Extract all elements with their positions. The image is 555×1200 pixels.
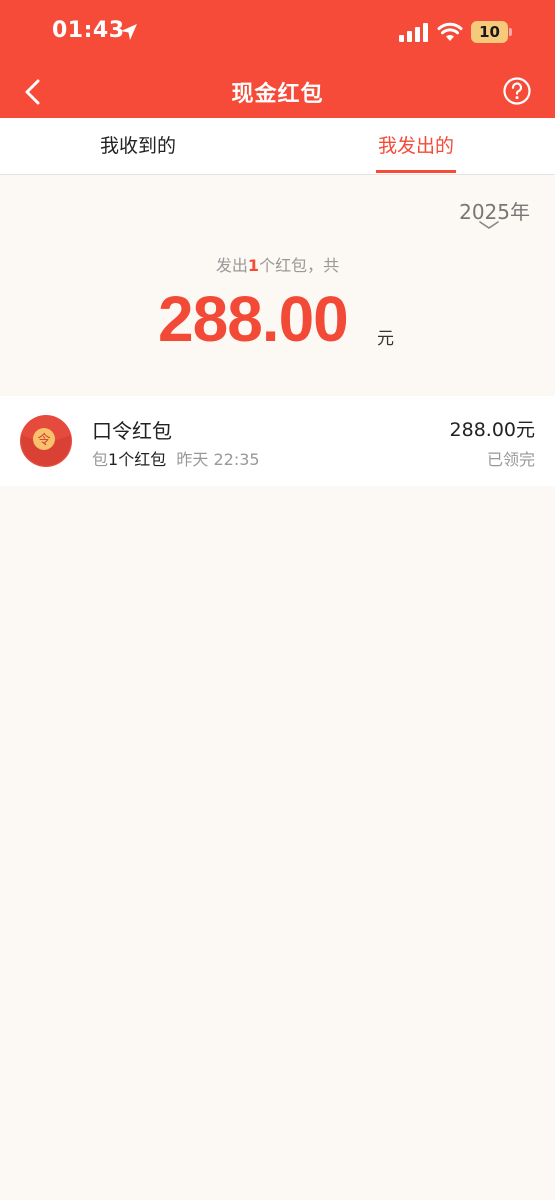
page-title: 现金红包 <box>231 82 324 107</box>
summary-line: 发出1个红包，共 <box>0 252 555 276</box>
record-sub-prefix: 包 <box>92 450 109 469</box>
summary-prefix: 发出 <box>215 256 248 275</box>
summary-suffix: 个红包，共 <box>259 256 340 275</box>
tab-received[interactable]: 我收到的 <box>58 118 218 175</box>
wifi-icon <box>437 22 463 41</box>
status-time: 01:43 <box>52 18 125 43</box>
tab-sent[interactable]: 我发出的 <box>336 118 496 175</box>
summary-count: 1 <box>247 256 260 275</box>
record-amount: 288.00元 <box>449 419 535 441</box>
header-bar: 01:43 10 现金红包 <box>0 0 555 118</box>
active-tab-indicator <box>376 170 456 173</box>
red-packet-icon: 令 <box>20 415 72 467</box>
cellular-signal-icon <box>399 23 428 42</box>
nav-bar: 现金红包 <box>0 66 555 118</box>
chevron-down-icon <box>479 221 499 229</box>
record-title: 口令红包 <box>92 419 172 443</box>
total-unit: 元 <box>377 329 394 349</box>
year-filter[interactable]: 2025年 <box>440 194 540 236</box>
total-amount: 288.00 <box>158 283 349 355</box>
status-bar: 01:43 10 <box>0 0 555 66</box>
tab-bar: 我收到的 我发出的 <box>0 118 555 175</box>
question-circle-icon[interactable] <box>502 76 532 106</box>
record-status: 已领完 <box>486 450 535 469</box>
location-arrow-icon <box>121 24 137 40</box>
avatar-glyph: 令 <box>37 433 50 448</box>
record-subtitle: 包1个红包 昨天 22:35 <box>92 446 260 470</box>
battery-icon: 10 <box>471 21 512 43</box>
battery-nub <box>509 28 512 36</box>
record-sub-count: 1个红包 <box>108 450 167 469</box>
record-date: 昨天 22:35 <box>176 450 260 469</box>
list-item[interactable]: 令 口令红包 包1个红包 昨天 22:35 288.00元 已领完 <box>0 396 555 486</box>
battery-level: 10 <box>471 21 508 43</box>
